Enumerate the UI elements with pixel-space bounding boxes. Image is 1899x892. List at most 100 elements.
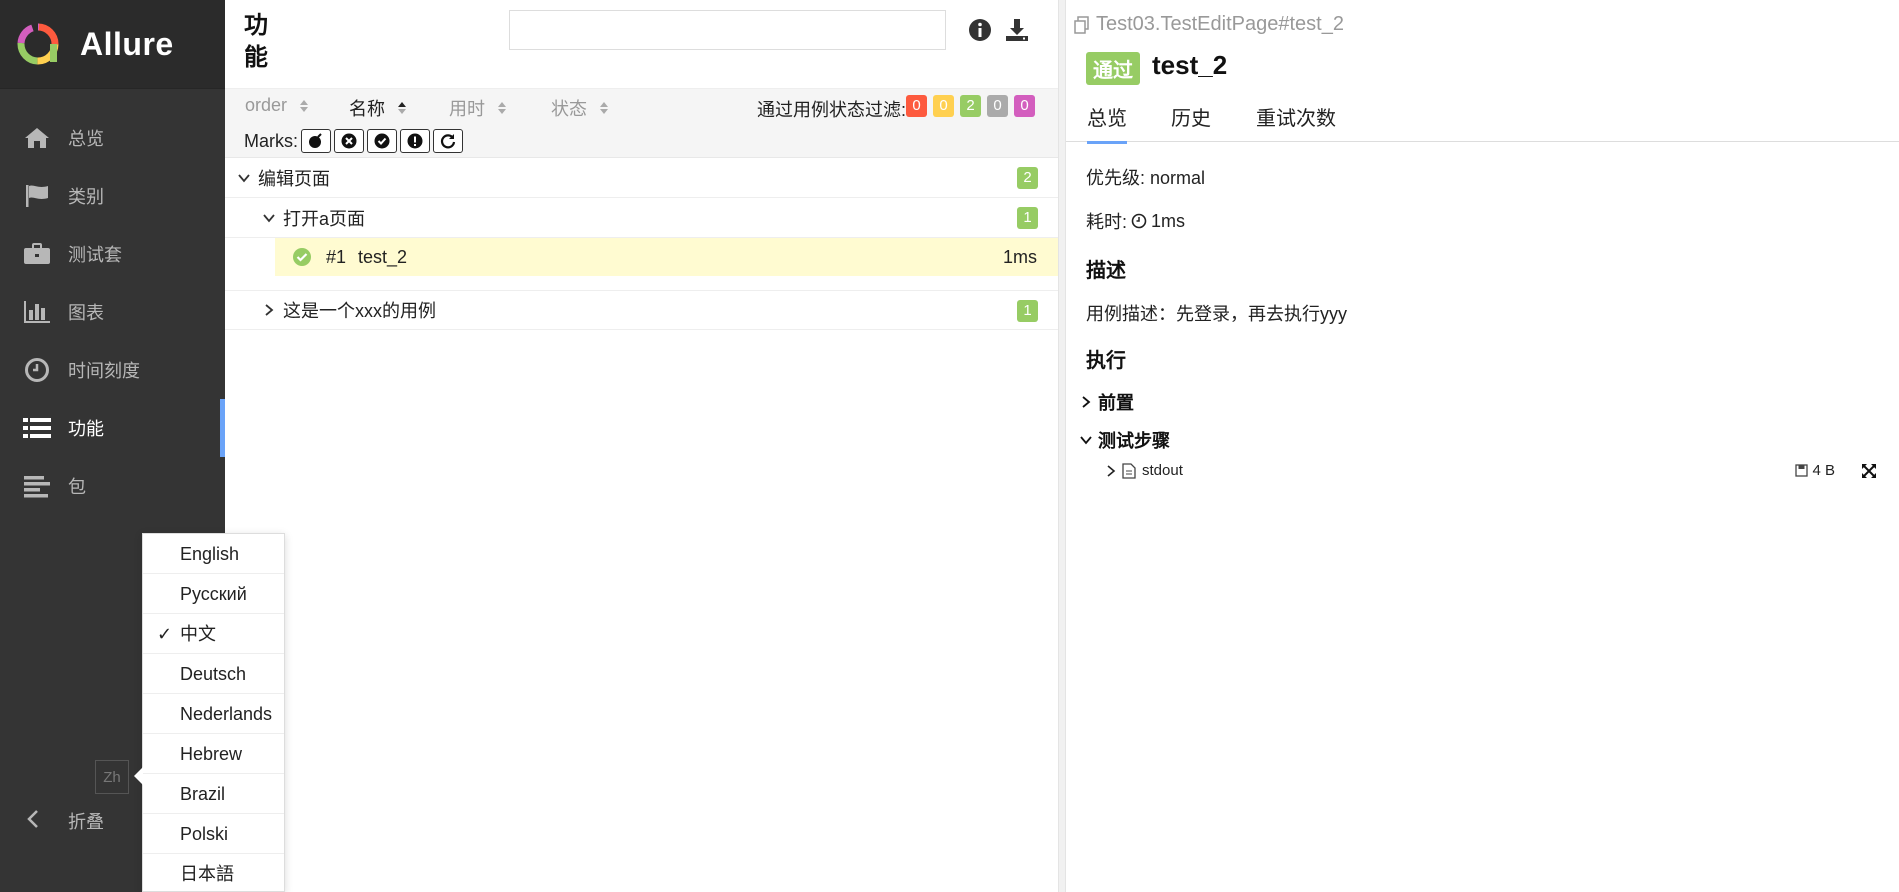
sidebar-item-graphs[interactable]: 图表 [0, 283, 225, 341]
clock-icon [22, 356, 52, 384]
sort-label: order [245, 95, 288, 115]
tree-group-row[interactable]: 打开a页面 1 [225, 198, 1058, 238]
attachment-size: 4 B [1795, 462, 1835, 479]
sort-order[interactable]: order [245, 95, 309, 116]
sort-duration[interactable]: 用时 [449, 95, 507, 121]
sidebar-item-behaviors[interactable]: 功能 [0, 399, 225, 457]
check-icon: ✓ [157, 624, 173, 644]
sort-label: 用时 [449, 99, 485, 119]
home-icon [22, 124, 52, 152]
test-case-name: test_2 [358, 246, 408, 267]
sidebar-item-label: 时间刻度 [68, 361, 140, 381]
chevron-down-icon [1080, 436, 1092, 445]
tree-group-row[interactable]: 这是一个xxx的用例 1 [225, 290, 1058, 330]
sort-name[interactable]: 名称 [349, 95, 407, 121]
filter-broken[interactable]: 0 [933, 95, 954, 117]
search-input[interactable] [509, 10, 946, 50]
download-icon[interactable] [1003, 16, 1031, 44]
sidebar-item-suites[interactable]: 测试套 [0, 225, 225, 283]
detail-pane: Test03.TestEditPage#test_2 通过 test_2 总览 … [1066, 0, 1899, 892]
chevron-down-icon [238, 173, 250, 182]
sidebar-item-label: 图表 [68, 303, 104, 323]
tree-group-row[interactable]: 编辑页面 2 [225, 158, 1058, 198]
sort-icon [600, 102, 608, 114]
marks-bar: Marks: [225, 124, 1058, 158]
status-filter: 0 0 2 0 0 [906, 95, 1035, 117]
test-case-order: #1 [326, 246, 347, 267]
tree-group-count: 2 [1017, 167, 1038, 189]
info-icon[interactable] [966, 16, 994, 44]
duration-value: 1ms [1151, 210, 1186, 231]
chevron-left-icon [26, 809, 48, 834]
filter-skipped[interactable]: 0 [987, 95, 1008, 117]
language-option-label: 中文 [180, 624, 216, 644]
attachment-size-value: 4 B [1812, 462, 1835, 479]
expand-icon[interactable] [1861, 463, 1877, 479]
sort-bar: order 名称 用时 状态 通过用例状态过滤: 0 0 2 0 0 [225, 88, 1058, 124]
language-button[interactable]: Zh [95, 760, 129, 794]
status-filter-label: 通过用例状态过滤: [757, 100, 907, 120]
sidebar-item-timeline[interactable]: 时间刻度 [0, 341, 225, 399]
mark-new-broken-button[interactable] [400, 129, 430, 153]
sidebar-item-categories[interactable]: 类别 [0, 167, 225, 225]
tab-retries[interactable]: 重试次数 [1256, 102, 1336, 141]
attachment-name: stdout [1142, 462, 1183, 479]
breadcrumb-text: Test03.TestEditPage#test_2 [1096, 13, 1344, 35]
chevron-right-icon [265, 304, 274, 316]
sort-icon [498, 102, 506, 114]
save-icon [1795, 464, 1809, 477]
breadcrumb: Test03.TestEditPage#test_2 [1072, 13, 1344, 36]
list-icon [22, 414, 52, 442]
marks-label: Marks: [244, 131, 298, 151]
status-badge: 通过 [1086, 52, 1140, 85]
brand-name: Allure [80, 25, 174, 62]
tab-history[interactable]: 历史 [1171, 102, 1211, 141]
tree-group-label: 这是一个xxx的用例 [283, 301, 436, 321]
mark-new-failed-button[interactable] [334, 129, 364, 153]
tree-group-count: 1 [1017, 207, 1038, 229]
test-case-row[interactable]: #1 test_2 1ms [275, 238, 1058, 276]
filter-passed[interactable]: 2 [960, 95, 981, 117]
chevron-right-icon [1107, 464, 1116, 477]
execution-title: 执行 [1086, 350, 1126, 372]
test-title: test_2 [1152, 50, 1228, 80]
sidebar-item-packages[interactable]: 包 [0, 457, 225, 515]
collapse-label: 折叠 [68, 812, 104, 832]
pane-splitter[interactable] [1058, 0, 1066, 892]
filter-failed[interactable]: 0 [906, 95, 927, 117]
collapse-button[interactable]: 折叠 [26, 808, 104, 834]
test-case-duration: 1ms [1002, 246, 1037, 267]
steps-section[interactable]: 测试步骤 [1080, 427, 1170, 453]
clock-icon [1131, 213, 1147, 229]
description-text: 用例描述：先登录，再去执行yyy [1086, 304, 1347, 324]
tab-overview[interactable]: 总览 [1087, 102, 1127, 144]
sidebar-nav: 总览 类别 测试套 图表 时间刻度 功能 包 [0, 109, 225, 515]
passed-icon [293, 248, 311, 266]
copy-icon[interactable] [1072, 15, 1092, 35]
times-circle-icon [341, 133, 357, 149]
mark-flaky-button[interactable] [301, 129, 331, 153]
sidebar-item-overview[interactable]: 总览 [0, 109, 225, 167]
sort-label: 名称 [349, 99, 385, 119]
page-title: 功能 [244, 12, 268, 71]
severity: 优先级: normal [1086, 168, 1206, 188]
file-text-icon [1122, 462, 1136, 479]
description-title: 描述 [1086, 260, 1126, 282]
sidebar-item-label: 测试套 [68, 245, 122, 265]
bar-chart-icon [22, 298, 52, 326]
align-left-icon [22, 472, 52, 500]
attachment-row[interactable]: stdout 4 B [1106, 462, 1891, 479]
setup-section[interactable]: 前置 [1080, 389, 1134, 415]
check-circle-icon [374, 133, 390, 149]
chevron-down-icon [263, 213, 275, 222]
filter-unknown[interactable]: 0 [1014, 95, 1035, 117]
mark-new-passed-button[interactable] [367, 129, 397, 153]
sort-asc-icon [398, 102, 406, 114]
sidebar-item-label: 总览 [68, 129, 104, 149]
sidebar-item-label: 类别 [68, 187, 104, 207]
mark-retries-button[interactable] [433, 129, 463, 153]
sort-label: 状态 [551, 99, 587, 119]
sort-status[interactable]: 状态 [551, 95, 609, 121]
brand[interactable]: Allure [0, 0, 225, 89]
tree-pane: 功能 order 名称 用时 状态 通过用例状态过滤: 0 0 2 0 0 Ma… [225, 0, 1058, 892]
